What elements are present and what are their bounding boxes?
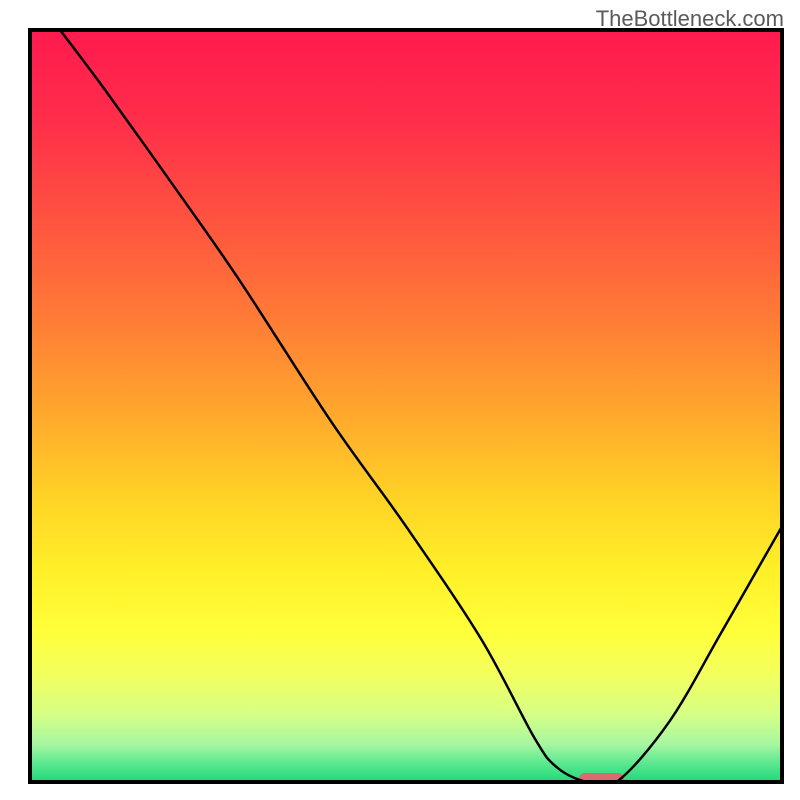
chart-container: TheBottleneck.com [0,0,800,800]
bottleneck-chart [0,0,800,800]
